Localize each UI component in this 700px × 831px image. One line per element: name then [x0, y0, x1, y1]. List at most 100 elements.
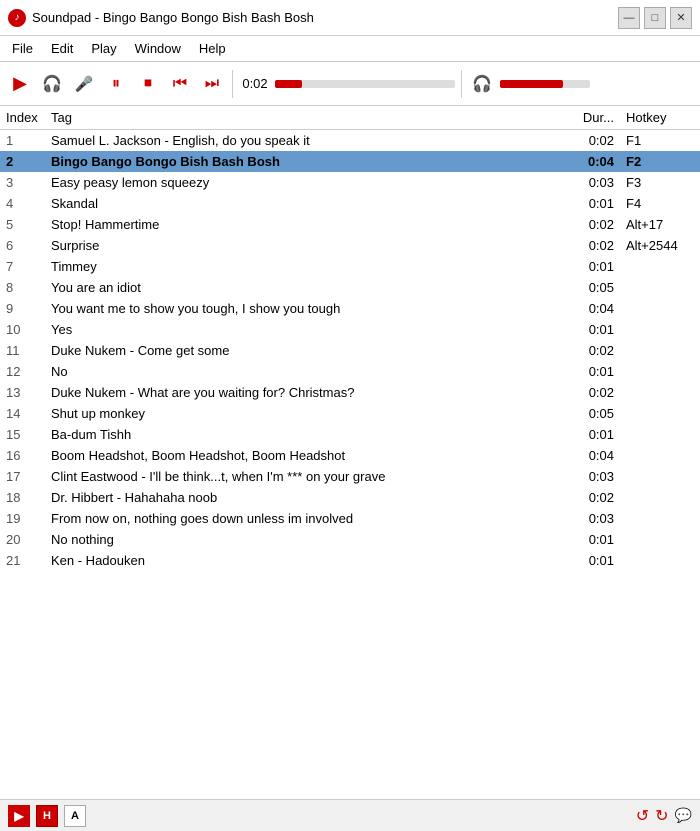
cell-tag: Timmey	[45, 256, 565, 277]
close-button[interactable]: ✕	[670, 7, 692, 29]
mic-button[interactable]: 🎤	[70, 70, 98, 98]
cell-index: 7	[0, 256, 45, 277]
cell-hotkey: F1	[620, 130, 700, 152]
cell-index: 21	[0, 550, 45, 571]
progress-bar[interactable]	[275, 80, 455, 88]
menu-item-window[interactable]: Window	[127, 39, 189, 58]
cell-duration: 0:02	[565, 487, 620, 508]
forward-icon[interactable]: ↻	[655, 806, 668, 826]
replay-icon[interactable]: ↺	[636, 806, 649, 826]
cell-tag: No	[45, 361, 565, 382]
cell-tag: Dr. Hibbert - Hahahaha noob	[45, 487, 565, 508]
table-row[interactable]: 9You want me to show you tough, I show y…	[0, 298, 700, 319]
table-row[interactable]: 21Ken - Hadouken0:01	[0, 550, 700, 571]
cell-hotkey	[620, 361, 700, 382]
table-row[interactable]: 19From now on, nothing goes down unless …	[0, 508, 700, 529]
cell-tag: Skandal	[45, 193, 565, 214]
status-right: ↺ ↻ 💬	[636, 806, 692, 826]
cell-duration: 0:01	[565, 529, 620, 550]
table-row[interactable]: 20No nothing0:01	[0, 529, 700, 550]
play-button[interactable]: ▶	[6, 70, 34, 98]
table-row[interactable]: 15Ba-dum Tishh0:01	[0, 424, 700, 445]
stop-button[interactable]: ⏹	[134, 70, 162, 98]
status-play-button[interactable]: ▶	[8, 805, 30, 827]
chat-icon[interactable]: 💬	[675, 807, 692, 824]
cell-index: 3	[0, 172, 45, 193]
cell-index: 2	[0, 151, 45, 172]
cell-duration: 0:04	[565, 298, 620, 319]
cell-duration: 0:05	[565, 403, 620, 424]
table-row[interactable]: 14Shut up monkey0:05	[0, 403, 700, 424]
cell-tag: Duke Nukem - Come get some	[45, 340, 565, 361]
cell-tag: Yes	[45, 319, 565, 340]
cell-tag: Ken - Hadouken	[45, 550, 565, 571]
col-header-duration[interactable]: Dur...	[565, 106, 620, 130]
cell-index: 6	[0, 235, 45, 256]
cell-duration: 0:01	[565, 424, 620, 445]
cell-tag: Clint Eastwood - I'll be think...t, when…	[45, 466, 565, 487]
table-row[interactable]: 2Bingo Bango Bongo Bish Bash Bosh0:04F2	[0, 151, 700, 172]
table-row[interactable]: 6Surprise0:02Alt+2544	[0, 235, 700, 256]
table-row[interactable]: 16Boom Headshot, Boom Headshot, Boom Hea…	[0, 445, 700, 466]
headphones2-button[interactable]: 🎧	[468, 70, 496, 98]
cell-tag: You are an idiot	[45, 277, 565, 298]
cell-duration: 0:04	[565, 445, 620, 466]
cell-tag: Samuel L. Jackson - English, do you spea…	[45, 130, 565, 152]
menu-item-help[interactable]: Help	[191, 39, 234, 58]
cell-hotkey	[620, 298, 700, 319]
table-row[interactable]: 18Dr. Hibbert - Hahahaha noob0:02	[0, 487, 700, 508]
cell-hotkey	[620, 403, 700, 424]
status-a-button[interactable]: A	[64, 805, 86, 827]
menu-item-file[interactable]: File	[4, 39, 41, 58]
menu-item-edit[interactable]: Edit	[43, 39, 81, 58]
col-header-index[interactable]: Index	[0, 106, 45, 130]
cell-index: 13	[0, 382, 45, 403]
cell-hotkey	[620, 319, 700, 340]
cell-duration: 0:03	[565, 508, 620, 529]
cell-hotkey	[620, 529, 700, 550]
cell-hotkey: F4	[620, 193, 700, 214]
table-row[interactable]: 10Yes0:01	[0, 319, 700, 340]
cell-hotkey	[620, 340, 700, 361]
cell-hotkey	[620, 466, 700, 487]
minimize-button[interactable]: —	[618, 7, 640, 29]
table-row[interactable]: 12No0:01	[0, 361, 700, 382]
progress-fill	[275, 80, 302, 88]
maximize-button[interactable]: □	[644, 7, 666, 29]
menu-item-play[interactable]: Play	[83, 39, 124, 58]
playback-time: 0:02	[239, 76, 271, 91]
main-content: Index Tag Dur... Hotkey 1Samuel L. Jacks…	[0, 106, 700, 799]
table-row[interactable]: 5Stop! Hammertime0:02Alt+17	[0, 214, 700, 235]
toolbar-separator-2	[461, 70, 462, 98]
cell-duration: 0:02	[565, 340, 620, 361]
volume-bar[interactable]	[500, 80, 590, 88]
cell-tag: From now on, nothing goes down unless im…	[45, 508, 565, 529]
table-container[interactable]: Index Tag Dur... Hotkey 1Samuel L. Jacks…	[0, 106, 700, 799]
cell-tag: Ba-dum Tishh	[45, 424, 565, 445]
cell-hotkey	[620, 277, 700, 298]
table-row[interactable]: 11Duke Nukem - Come get some0:02	[0, 340, 700, 361]
col-header-hotkey[interactable]: Hotkey	[620, 106, 700, 130]
headphones-button[interactable]: 🎧	[38, 70, 66, 98]
cell-hotkey	[620, 550, 700, 571]
table-row[interactable]: 3Easy peasy lemon squeezy0:03F3	[0, 172, 700, 193]
prev-button[interactable]: ⏮	[166, 70, 194, 98]
table-row[interactable]: 4Skandal0:01F4	[0, 193, 700, 214]
col-header-tag[interactable]: Tag	[45, 106, 565, 130]
table-header-row: Index Tag Dur... Hotkey	[0, 106, 700, 130]
table-row[interactable]: 13Duke Nukem - What are you waiting for?…	[0, 382, 700, 403]
title-bar-title: Soundpad - Bingo Bango Bongo Bish Bash B…	[32, 10, 314, 25]
status-h-button[interactable]: H	[36, 805, 58, 827]
cell-hotkey	[620, 508, 700, 529]
cell-index: 19	[0, 508, 45, 529]
table-row[interactable]: 1Samuel L. Jackson - English, do you spe…	[0, 130, 700, 152]
menu-bar: FileEditPlayWindowHelp	[0, 36, 700, 62]
cell-tag: Boom Headshot, Boom Headshot, Boom Heads…	[45, 445, 565, 466]
next-button[interactable]: ⏭	[198, 70, 226, 98]
table-row[interactable]: 7Timmey0:01	[0, 256, 700, 277]
table-row[interactable]: 8You are an idiot0:05	[0, 277, 700, 298]
table-row[interactable]: 17Clint Eastwood - I'll be think...t, wh…	[0, 466, 700, 487]
cell-tag: Shut up monkey	[45, 403, 565, 424]
cell-index: 9	[0, 298, 45, 319]
pause-button[interactable]: ⏸	[102, 70, 130, 98]
